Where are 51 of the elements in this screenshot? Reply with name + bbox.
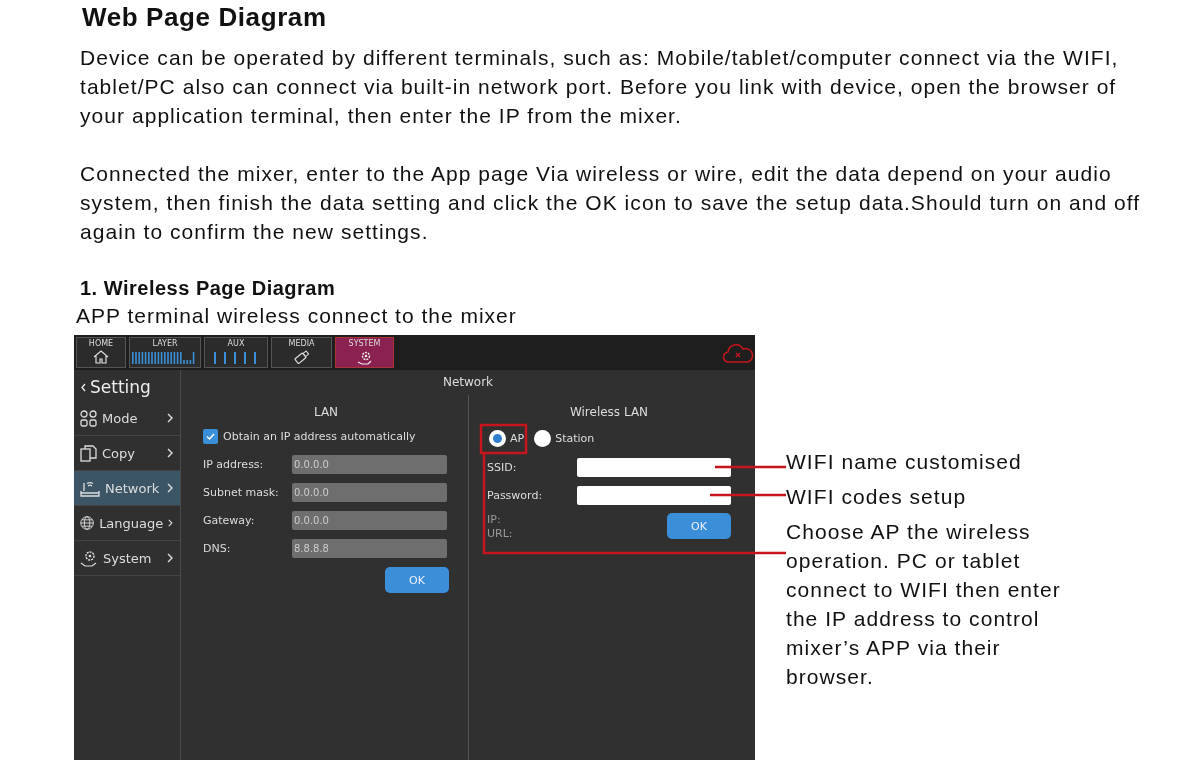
- panel-title: Wireless LAN: [568, 404, 650, 421]
- sidebar-item[interactable]: Network: [74, 471, 180, 506]
- info-label: IP:: [487, 513, 502, 527]
- paragraph: Device can be operated by different terminals, such as: Mobile/tablet/computer connect via the WIFI, tablet/PC also can connect via built-in network port. Before you link with device, open the browser of your application terminal, then enter the IP from the mixer.: [80, 45, 1120, 129]
- gear-hand-icon: [356, 350, 373, 365]
- top-tab[interactable]: HOME: [76, 337, 126, 368]
- chevron-right-icon: [167, 553, 173, 563]
- field-label: Password:: [487, 488, 544, 502]
- field-label: IP address:: [203, 457, 265, 471]
- checkbox-option[interactable]: Obtain an IP address automatically: [203, 425, 449, 447]
- chevron-right-icon: [167, 413, 173, 423]
- top-tab[interactable]: AUX: [204, 337, 268, 368]
- info-label: URL:: [487, 527, 514, 541]
- highlight-box: [479, 423, 528, 455]
- chevron-right-icon: [168, 518, 173, 528]
- callout-label: WIFI name customised: [786, 449, 1023, 475]
- top-tab[interactable]: MEDIA: [271, 337, 332, 368]
- globe-icon: [80, 514, 95, 532]
- panel-title: LAN: [312, 404, 340, 421]
- paragraph: Connected the mixer, enter to the App page Via wireless or wire, edit the data depend on your audio system, then finish the data setting and click the OK icon to save the setup data.Should turn on and off again to confirm the new settings.: [80, 161, 1142, 245]
- router-icon: [80, 479, 100, 497]
- chevron-right-icon: [167, 448, 173, 458]
- top-tab[interactable]: SYSTEM: [335, 337, 394, 368]
- callout-text: Choose AP the wireless operation. PC or tablet connect to WIFI then enter the IP address to control mixer’s APP via their browser.: [786, 519, 1062, 690]
- back-button[interactable]: Setting: [74, 370, 180, 401]
- callout-label: WIFI codes setup: [786, 484, 968, 510]
- home-icon: [93, 350, 109, 364]
- cloud-error-icon[interactable]: [722, 342, 754, 364]
- chevron-left-icon: [81, 382, 86, 392]
- input-field[interactable]: [577, 457, 731, 477]
- radio-option[interactable]: AP: [489, 429, 525, 447]
- field-label: Gateway:: [203, 513, 256, 527]
- chevron-right-icon: [167, 483, 173, 493]
- field-label: SSID:: [487, 460, 518, 474]
- usb-drive-icon: [293, 350, 310, 364]
- sidebar-item[interactable]: Mode: [74, 401, 180, 436]
- input-field[interactable]: [577, 485, 731, 505]
- checkmark-icon: [206, 432, 215, 440]
- top-tab[interactable]: LAYER: [129, 337, 201, 368]
- field-label: Subnet mask:: [203, 485, 280, 499]
- page-title: Network: [441, 374, 495, 391]
- field-label: DNS:: [203, 541, 232, 555]
- grid-icon: [80, 409, 97, 427]
- sidebar-item[interactable]: System: [74, 541, 180, 576]
- section-heading: 1. Wireless Page Diagram: [80, 277, 337, 300]
- copy-icon: [80, 444, 97, 462]
- gear-hand-icon: [80, 549, 98, 567]
- sidebar-item[interactable]: Language: [74, 506, 180, 541]
- radio-option[interactable]: Station: [534, 429, 595, 447]
- page-heading: Web Page Diagram: [82, 2, 328, 33]
- figure-caption: APP terminal wireless connect to the mixer: [76, 304, 518, 328]
